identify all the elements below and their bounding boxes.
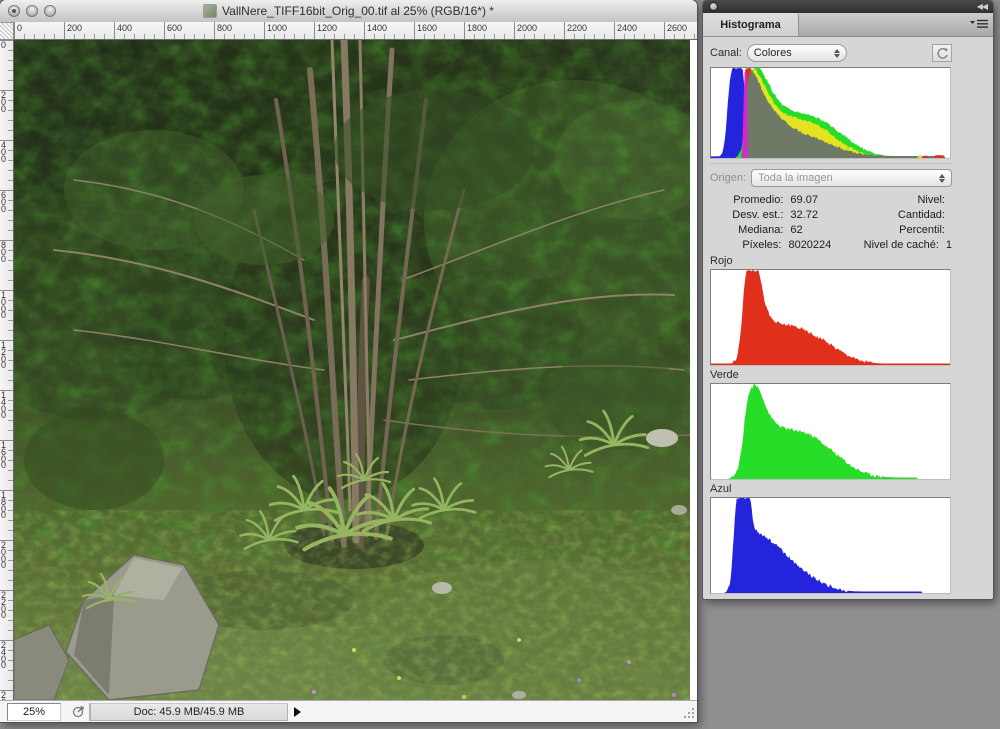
ruler-origin-corner[interactable] <box>0 22 14 40</box>
histogram-colores[interactable] <box>710 67 951 159</box>
stat-label: Nivel: <box>862 194 945 206</box>
panel-tab-bar: Histograma <box>703 13 993 37</box>
titlebar[interactable]: VallNere_TIFF16bit_Orig_00.tif al 25% (R… <box>0 0 697 23</box>
stat-value: 8020224 <box>781 239 858 251</box>
histogram-rojo[interactable] <box>710 269 951 366</box>
channel-label: Canal: <box>710 47 742 59</box>
stat-value: 1 <box>939 239 952 251</box>
chevron-updown-icon <box>939 174 945 183</box>
stat-value: 62 <box>783 224 861 236</box>
chevron-updown-icon <box>834 49 840 58</box>
section-label-rojo: Rojo <box>710 255 952 267</box>
window-title: VallNere_TIFF16bit_Orig_00.tif al 25% (R… <box>222 4 494 18</box>
panel-group-button[interactable] <box>709 2 718 11</box>
refresh-icon <box>936 47 949 60</box>
stat-label: Nivel de caché: <box>858 239 939 251</box>
ruler-vertical[interactable]: 02 0 04 0 06 0 08 0 01 0 0 01 2 0 01 4 0… <box>0 40 14 700</box>
status-preview-button[interactable] <box>67 703 90 721</box>
stat-value: 32.72 <box>783 209 861 221</box>
statistics-block: Promedio: 69.07 Nivel: Desv. est.: 32.72… <box>710 192 952 252</box>
histogram-azul[interactable] <box>710 497 951 594</box>
refresh-histogram-button[interactable] <box>932 44 952 62</box>
stat-label: Píxeles: <box>710 239 781 251</box>
stat-label: Cantidad: <box>862 209 945 221</box>
status-bar: 25% Doc: 45.9 MB/45.9 MB <box>0 700 697 722</box>
source-label: Origen: <box>710 172 746 184</box>
panel-menu-icon[interactable] <box>970 18 988 30</box>
section-label-verde: Verde <box>710 369 952 381</box>
doc-info-segment[interactable]: Doc: 45.9 MB/45.9 MB <box>90 703 288 721</box>
tab-histograma[interactable]: Histograma <box>703 13 799 36</box>
panel-header-bar[interactable]: ◀◀ <box>703 0 993 13</box>
stat-value: 69.07 <box>783 194 861 206</box>
preview-icon <box>72 705 85 718</box>
channel-dropdown[interactable]: Colores <box>747 44 847 62</box>
canvas-area[interactable] <box>14 40 696 700</box>
channel-value: Colores <box>754 47 792 59</box>
canvas-photo[interactable] <box>14 40 690 700</box>
source-dropdown[interactable]: Toda la imagen <box>751 169 952 187</box>
histogram-verde[interactable] <box>710 383 951 480</box>
resize-grip[interactable] <box>682 706 695 719</box>
document-window: VallNere_TIFF16bit_Orig_00.tif al 25% (R… <box>0 0 697 722</box>
stat-label: Desv. est.: <box>710 209 783 221</box>
zoom-level-value: 25% <box>23 706 45 718</box>
document-thumbnail-icon <box>203 4 217 18</box>
ruler-horizontal[interactable]: 0200400600800100012001400160018002000220… <box>14 22 697 40</box>
collapse-panel-icon[interactable]: ◀◀ <box>977 2 987 11</box>
section-label-azul: Azul <box>710 483 952 495</box>
histogram-panel: ◀◀ Histograma Canal: Colores <box>703 0 993 599</box>
stat-label: Percentil: <box>862 224 945 236</box>
stat-label: Promedio: <box>710 194 783 206</box>
status-menu-arrow[interactable] <box>294 707 301 717</box>
source-value: Toda la imagen <box>758 172 833 184</box>
doc-info-text: Doc: 45.9 MB/45.9 MB <box>134 706 245 718</box>
stat-label: Mediana: <box>710 224 783 236</box>
tab-label: Histograma <box>720 19 781 31</box>
zoom-level-field[interactable]: 25% <box>7 703 61 721</box>
